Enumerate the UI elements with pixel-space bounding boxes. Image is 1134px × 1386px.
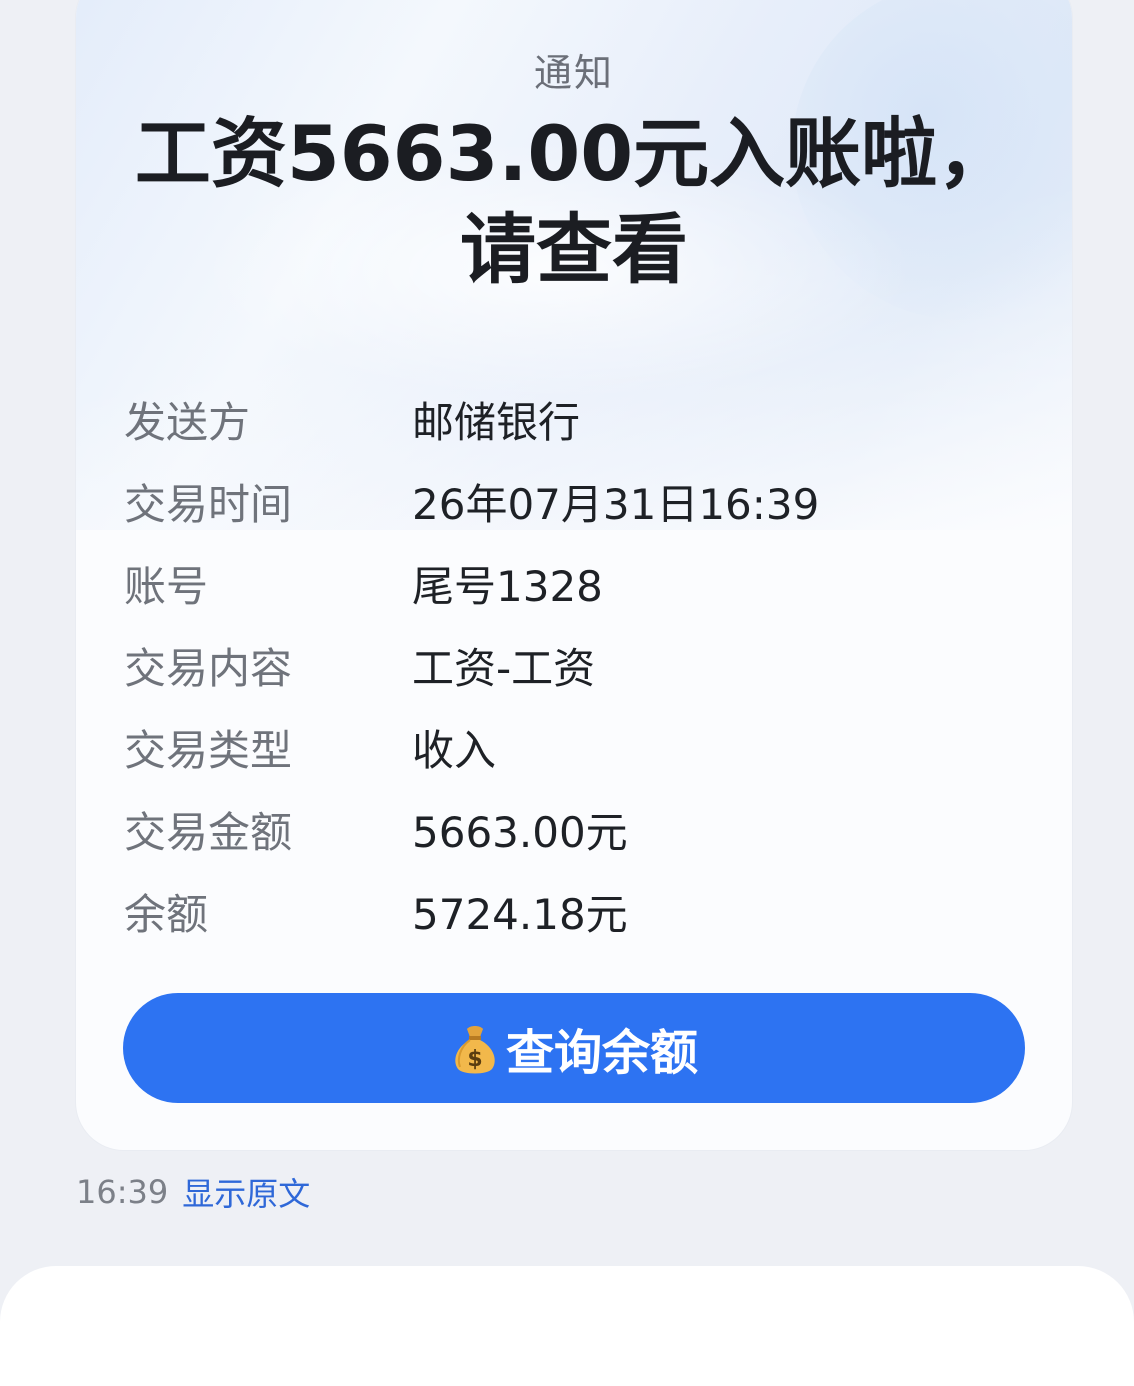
query-balance-button[interactable]: $ 查询余额: [123, 993, 1025, 1103]
detail-row-amount: 交易金额 5663.00元: [124, 792, 1024, 874]
next-message-card: [0, 1266, 1134, 1386]
detail-value: 尾号1328: [412, 562, 603, 611]
detail-label: 账号: [124, 562, 209, 611]
detail-row-balance: 余额 5724.18元: [124, 874, 1024, 956]
detail-label: 交易时间: [124, 480, 293, 529]
detail-value: 工资-工资: [412, 644, 596, 693]
detail-value: 5663.00元: [412, 808, 628, 857]
detail-row-content: 交易内容 工资-工资: [124, 628, 1024, 710]
detail-row-sender: 发送方 邮储银行: [124, 382, 1024, 464]
detail-label: 交易内容: [124, 644, 293, 693]
detail-label: 交易类型: [124, 726, 293, 775]
detail-value: 收入: [412, 726, 497, 775]
detail-label: 余额: [124, 890, 209, 939]
transaction-details: 发送方 邮储银行 交易时间 26年07月31日16:39 账号 尾号1328 交…: [124, 382, 1024, 956]
detail-row-time: 交易时间 26年07月31日16:39: [124, 464, 1024, 546]
detail-value: 5724.18元: [412, 890, 628, 939]
money-bag-icon: $: [455, 1026, 495, 1074]
detail-label: 发送方: [124, 398, 251, 447]
detail-row-account: 账号 尾号1328: [124, 546, 1024, 628]
detail-label: 交易金额: [124, 808, 293, 857]
detail-value: 26年07月31日16:39: [412, 480, 820, 529]
message-time: 16:39: [76, 1173, 169, 1211]
show-original-link[interactable]: 显示原文: [182, 1169, 310, 1215]
headline: 工资5663.00元入账啦，请查看: [134, 109, 1014, 294]
query-balance-label: 查询余额: [505, 1027, 698, 1080]
detail-row-type: 交易类型 收入: [124, 710, 1024, 792]
notification-card: 通知 工资5663.00元入账啦，请查看 发送方 邮储银行 交易时间 26年07…: [76, 0, 1072, 1150]
svg-text:$: $: [467, 1047, 482, 1072]
detail-value: 邮储银行: [412, 398, 581, 447]
notice-label: 通知: [533, 51, 614, 95]
message-meta: 16:39 显示原文: [76, 1170, 310, 1214]
